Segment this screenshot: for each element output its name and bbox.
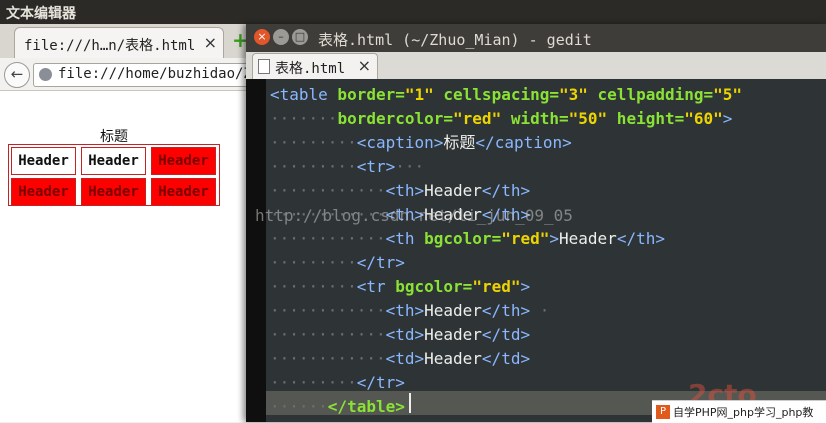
code-line: ············<th>Header</th> · (270, 301, 550, 320)
code-line: ·······bordercolor="red" width="50" heig… (270, 109, 733, 128)
footer-badge[interactable]: P 自学PHP网_php学习_php教 (652, 400, 826, 423)
code-line: <table border="1" cellspacing="3" cellpa… (270, 85, 743, 104)
code-line: ·········<tr>··· (270, 157, 425, 176)
header-cell: Header (81, 147, 146, 175)
code-line: ············<td>Header</td> (270, 349, 531, 368)
table-caption: 标题 (100, 129, 128, 145)
navigation-toolbar: ← file:///home/buzhidao/Z (0, 58, 251, 91)
header-cell-red: Header (11, 178, 76, 206)
globe-icon (39, 68, 52, 81)
close-tab-icon[interactable]: × (204, 33, 217, 52)
blog-watermark: http://blog.csdn.net/li_jun_09_05 (255, 206, 573, 225)
code-line: ·········<caption>标题</caption> (270, 133, 572, 152)
back-arrow-icon[interactable]: ← (4, 62, 30, 88)
code-line: ·········<tr bgcolor="red"> (270, 277, 531, 296)
header-cell: Header (11, 147, 76, 175)
code-line: ·········</tr> (270, 373, 405, 392)
document-icon (258, 59, 270, 74)
code-line: ············<th>Header</th> (270, 181, 531, 200)
close-document-icon[interactable]: × (358, 56, 371, 75)
document-tab-title: 表格.html (275, 61, 346, 77)
code-editor[interactable]: <table border="1" cellspacing="3" cellpa… (246, 79, 826, 422)
active-app-title: 文本编辑器 (6, 6, 76, 22)
php-logo-icon: P (656, 405, 670, 419)
browser-tab[interactable]: file:///h…n/表格.html × (14, 27, 224, 59)
code-line: ············<th bgcolor="red">Header</th… (270, 229, 665, 248)
code-line: ·········</tr> (270, 253, 405, 272)
document-tab[interactable]: 表格.html × (252, 53, 378, 80)
browser-tab-title: file:///h…n/表格.html (24, 38, 196, 54)
window-title: 表格.html (~/Zhuo_Mian) - gedit (318, 31, 592, 49)
browser-tab-strip: file:///h…n/表格.html × + (0, 24, 250, 59)
footer-badge-text: 自学PHP网_php学习_php教 (673, 406, 814, 419)
window-minimize-icon[interactable]: – (273, 29, 289, 45)
text-caret (409, 393, 411, 413)
data-cell-red: Header (81, 178, 146, 206)
window-maximize-icon[interactable]: □ (292, 29, 308, 45)
window-close-icon[interactable]: × (254, 29, 270, 45)
rendered-table: 标题 Header Header Header Header Header He… (8, 129, 220, 206)
url-bar[interactable]: file:///home/buzhidao/Z (33, 63, 251, 87)
document-tab-strip: 表格.html × (246, 52, 826, 80)
data-cell-red: Header (151, 178, 216, 206)
header-cell-red: Header (151, 147, 216, 175)
desktop-top-bar: 文本编辑器 (0, 0, 826, 24)
gedit-title-bar: × – □ 表格.html (~/Zhuo_Mian) - gedit (246, 24, 826, 52)
firefox-window: file:///h…n/表格.html × + ← file:///home/b… (0, 24, 251, 422)
editor-gutter (246, 79, 266, 422)
code-line: ············<td>Header</td> (270, 325, 531, 344)
code-line-current: ······</table> (270, 397, 405, 416)
page-content: 标题 Header Header Header Header Header He… (0, 91, 250, 422)
url-text: file:///home/buzhidao/Z (58, 66, 248, 82)
